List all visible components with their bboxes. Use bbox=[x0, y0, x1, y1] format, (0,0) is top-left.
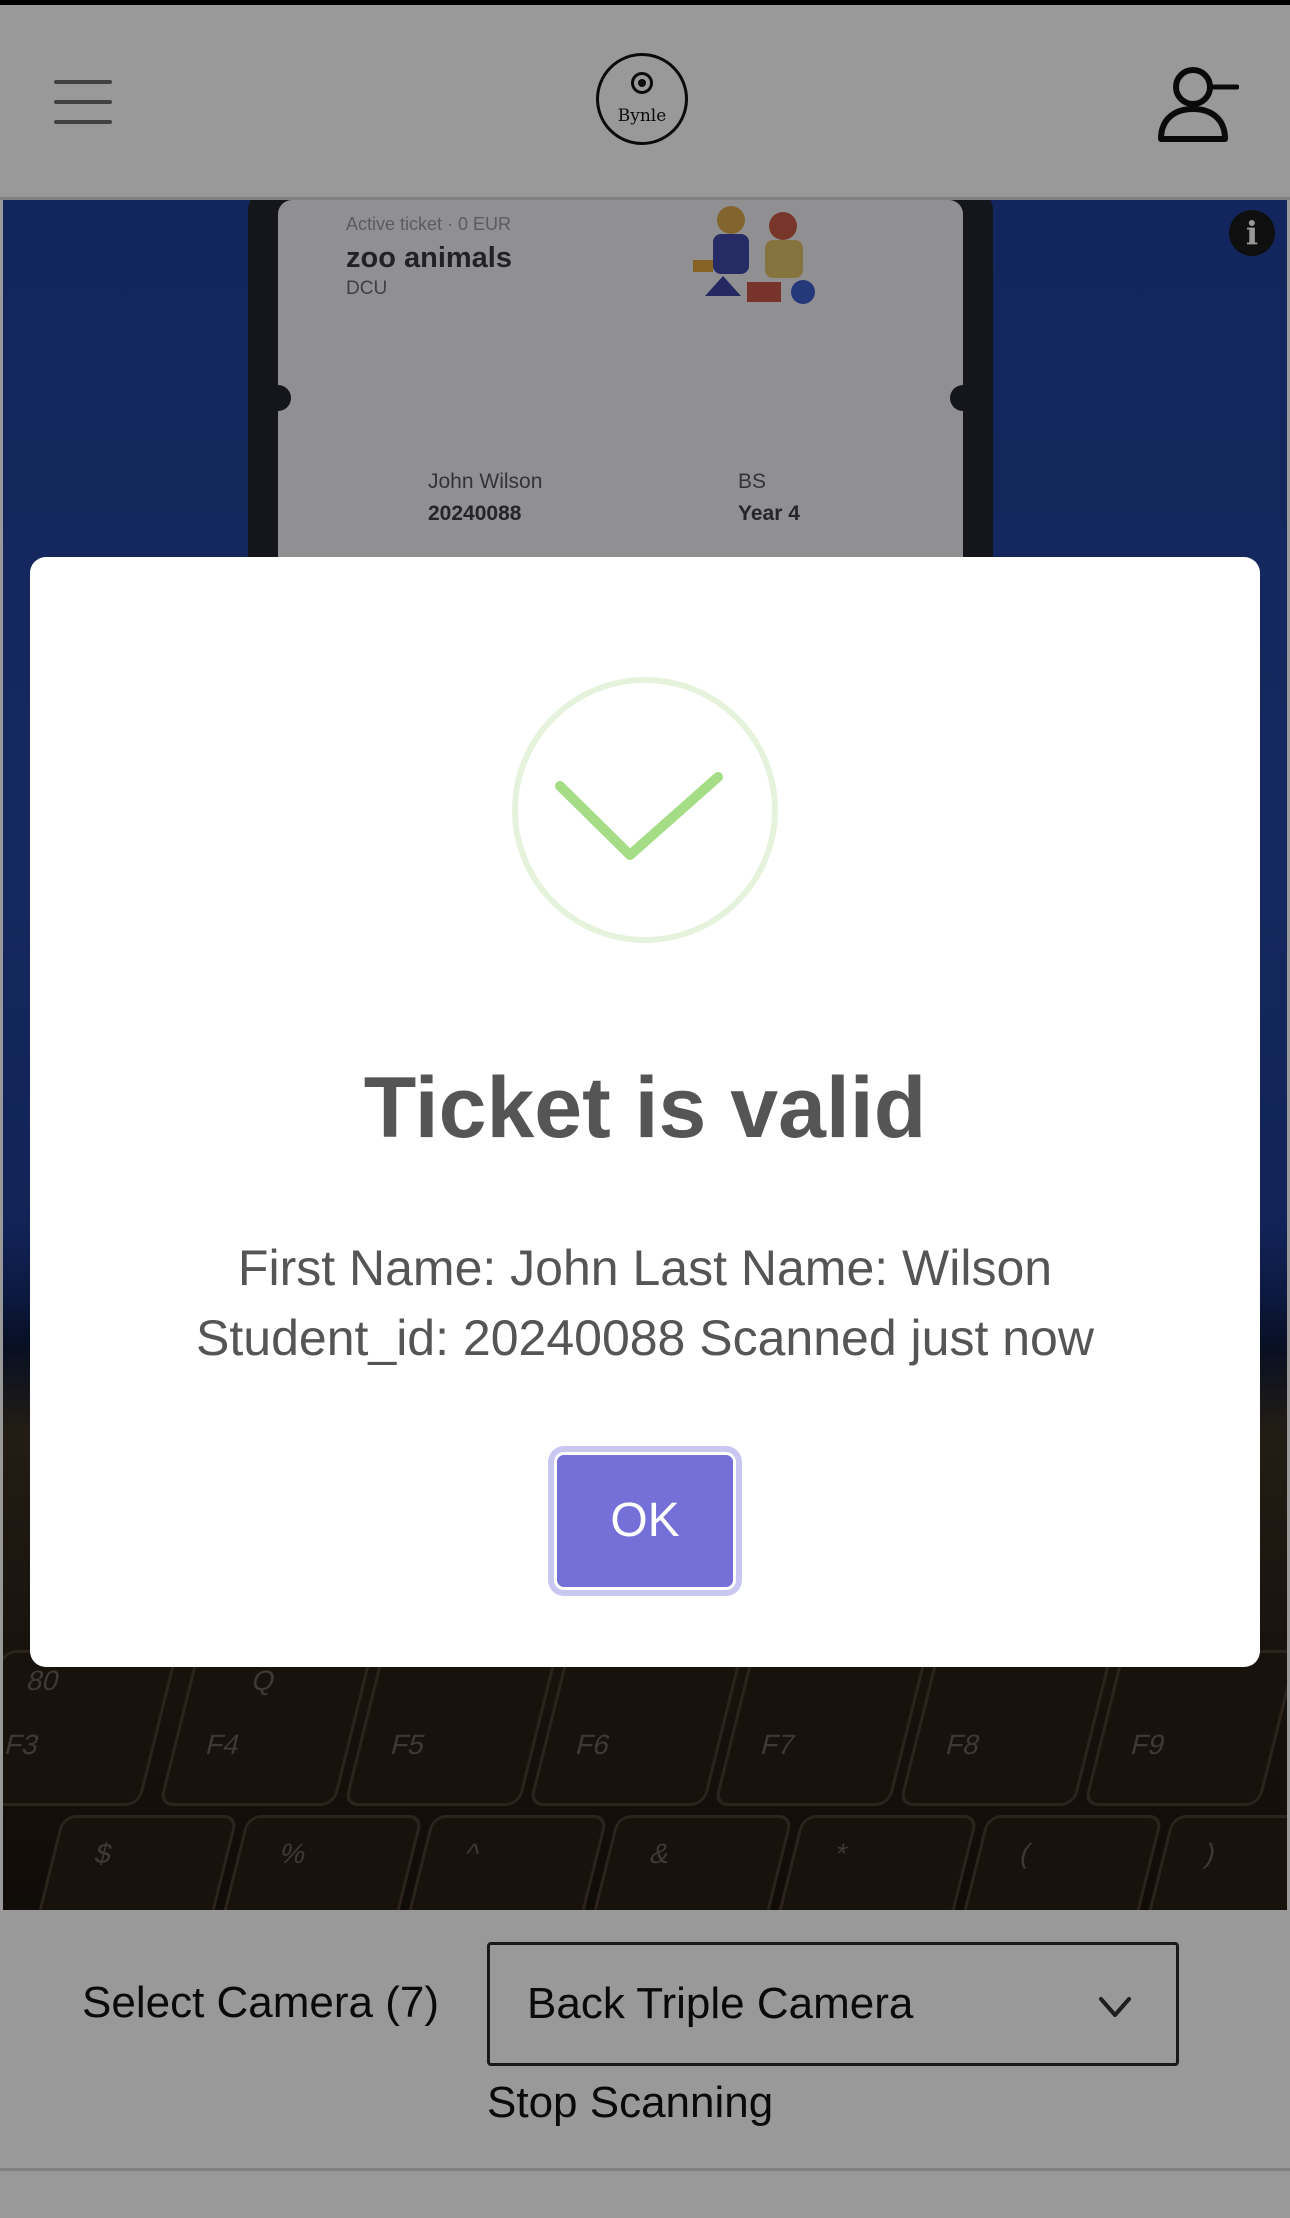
dialog-title: Ticket is valid bbox=[363, 1060, 927, 1156]
checkmark-success-icon bbox=[512, 677, 778, 943]
ok-button[interactable]: OK bbox=[554, 1452, 736, 1590]
ticket-scanner-app: Bynle Active ticket · 0 EUR zoo animals … bbox=[0, 0, 1290, 2218]
ticket-valid-dialog: Ticket is valid First Name: John Last Na… bbox=[30, 557, 1260, 1667]
dialog-message: First Name: John Last Name: Wilson Stude… bbox=[196, 1240, 1094, 1366]
